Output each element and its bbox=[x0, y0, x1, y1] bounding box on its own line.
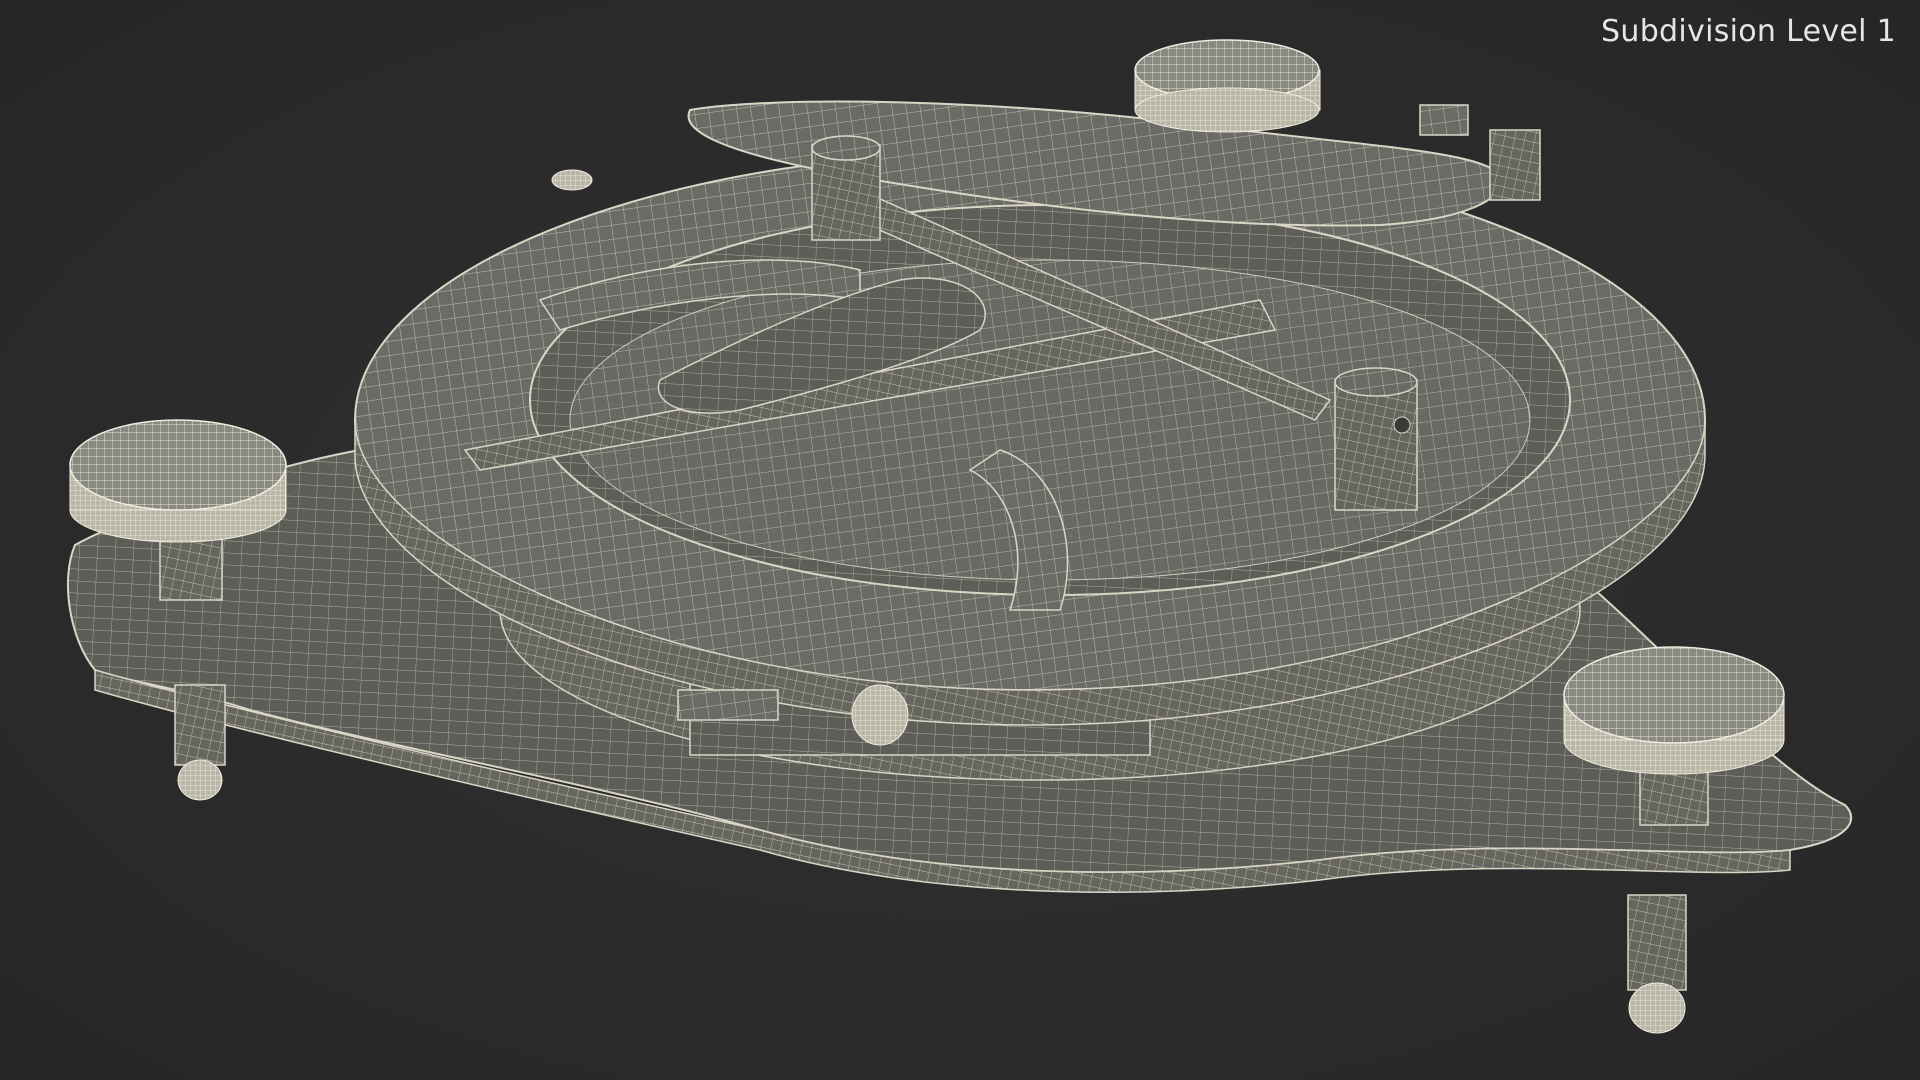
clamp-block bbox=[1419, 104, 1469, 136]
front-lever bbox=[677, 689, 779, 721]
clamp-block-lower bbox=[1489, 129, 1541, 201]
wireframe-model-render bbox=[66, 39, 1853, 1034]
pillar-left-top bbox=[811, 135, 881, 161]
leveling-knob-top bbox=[1134, 39, 1321, 133]
ring-screw bbox=[551, 169, 593, 191]
subdivision-level-label: Subdivision Level 1 bbox=[1601, 14, 1896, 49]
viewport-background: Subdivision Level 1 bbox=[0, 0, 1920, 1080]
pillar-right-hole bbox=[1393, 416, 1411, 434]
pillar-right bbox=[1334, 379, 1418, 511]
pillar-right-top bbox=[1334, 367, 1418, 397]
front-screw bbox=[851, 684, 909, 746]
